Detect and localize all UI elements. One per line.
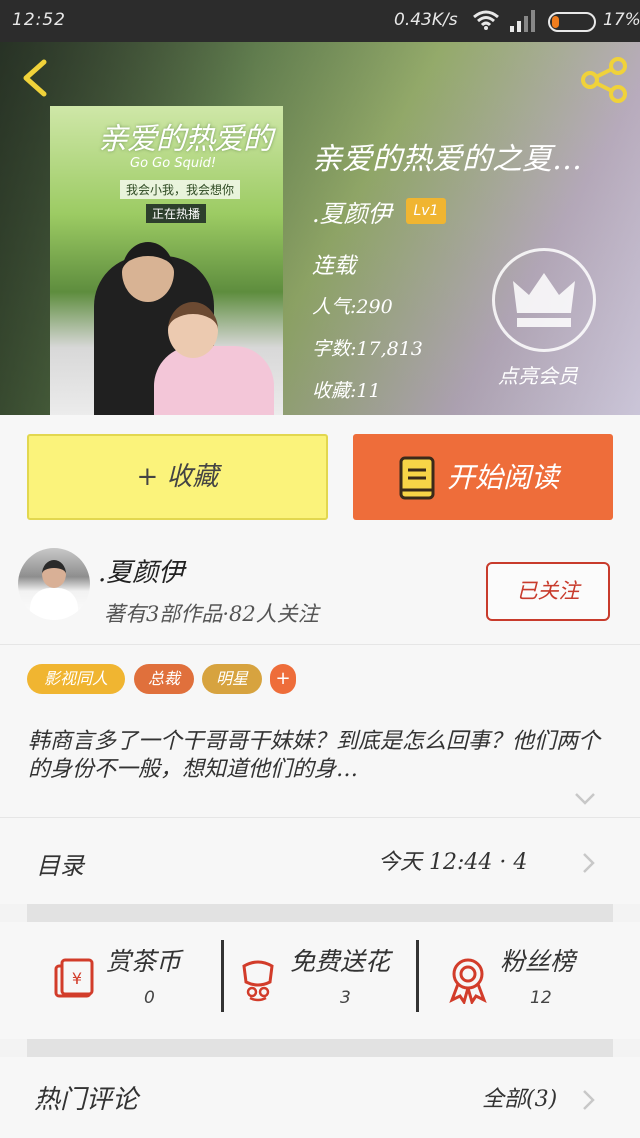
battery-percent: 17% <box>603 10 640 30</box>
reward-free-flower[interactable]: 免费送花 3 <box>234 940 414 1020</box>
signal-icon <box>510 10 535 32</box>
author-meta: 著有3部作品·82人关注 <box>104 602 319 626</box>
start-reading-label: 开始阅读 <box>447 461 560 494</box>
rewards-row: ¥ 赏茶币 0 免费送花 3 粉丝榜 12 <box>0 922 640 1039</box>
chevron-right-icon <box>583 853 595 873</box>
back-icon[interactable] <box>16 58 52 98</box>
wifi-icon <box>473 10 499 30</box>
reward-fan-ranking[interactable]: 粉丝榜 12 <box>444 940 614 1020</box>
share-icon[interactable] <box>578 56 630 104</box>
red-envelope-icon: ¥ <box>54 958 94 998</box>
medal-icon <box>449 958 487 1004</box>
author-section: .夏颜伊 著有3部作品·82人关注 已关注 <box>0 530 640 645</box>
follow-button[interactable]: 已关注 <box>486 562 610 621</box>
view-all-comments-link[interactable]: 全部(3) <box>482 1081 557 1113</box>
crown-icon <box>513 273 575 327</box>
separator <box>221 940 224 1012</box>
reward-value: 3 <box>340 988 351 1008</box>
book-icon <box>399 456 435 500</box>
start-reading-button[interactable]: 开始阅读 <box>353 434 613 520</box>
reward-label: 免费送花 <box>290 947 391 976</box>
book-header: 亲爱的热爱的 Go Go Squid! 我会小我，我会想你 正在热播 亲爱的热爱… <box>0 42 640 415</box>
status-bar: 12:52 0.43K/s 17% <box>0 0 640 42</box>
level-badge: Lv1 <box>406 198 446 224</box>
reward-tea-coin[interactable]: ¥ 赏茶币 0 <box>50 940 220 1020</box>
catalog-row[interactable]: 目录 今天 12:44 · 4 <box>0 818 640 904</box>
divider <box>27 904 613 922</box>
description-section[interactable]: 韩商言多了一个干哥哥干妹妹？到底是怎么回事？他们两个的身份不一般，想知道他们的身… <box>0 708 640 818</box>
chevron-down-icon[interactable] <box>574 792 596 806</box>
catalog-label: 目录 <box>36 852 84 880</box>
tag-add-button[interactable]: + <box>270 664 296 694</box>
vip-button[interactable] <box>492 248 596 352</box>
battery-icon <box>548 12 596 32</box>
book-title: 亲爱的热爱的之夏… <box>312 142 582 177</box>
collect-button[interactable]: + 收藏 <box>27 434 328 520</box>
avatar[interactable] <box>18 548 90 620</box>
reward-label: 粉丝榜 <box>500 947 576 976</box>
action-bar: + 收藏 开始阅读 <box>0 415 640 530</box>
cover-title: 亲爱的热爱的 <box>98 122 273 157</box>
status-time: 12:52 <box>12 10 66 30</box>
favorites-count: 收藏:11 <box>312 380 381 402</box>
cover-subtitle: Go Go Squid! <box>130 156 217 171</box>
flower-icon <box>242 960 274 1002</box>
reward-value: 0 <box>144 988 155 1008</box>
reward-value: 12 <box>530 988 552 1008</box>
reward-label: 赏茶币 <box>106 947 182 976</box>
word-count: 字数:17,813 <box>312 338 423 360</box>
comments-label: 热门评论 <box>34 1085 139 1115</box>
separator <box>416 940 419 1012</box>
cover-tagline: 我会小我，我会想你 <box>120 180 241 199</box>
comments-header[interactable]: 热门评论 全部(3) <box>0 1057 640 1138</box>
network-speed: 0.43K/s <box>394 10 458 30</box>
tag-star[interactable]: 明星 <box>202 664 262 694</box>
catalog-update-time: 今天 12:44 · 4 <box>378 850 528 875</box>
cover-badge: 正在热播 <box>146 204 207 223</box>
chevron-right-icon <box>583 1090 595 1110</box>
book-status: 连载 <box>312 254 357 279</box>
book-cover[interactable]: 亲爱的热爱的 Go Go Squid! 我会小我，我会想你 正在热播 <box>50 106 283 415</box>
svg-text:¥: ¥ <box>72 969 82 988</box>
tag-ceo[interactable]: 总裁 <box>134 664 194 694</box>
tag-list: 影视同人 总裁 明星 + <box>0 645 640 708</box>
divider <box>27 1039 613 1057</box>
popularity-count: 人气:290 <box>312 296 393 318</box>
description-text: 韩商言多了一个干哥哥干妹妹？到底是怎么回事？他们两个的身份不一般，想知道他们的身… <box>28 729 601 782</box>
vip-label[interactable]: 点亮会员 <box>498 360 578 389</box>
tag-fanfic[interactable]: 影视同人 <box>27 664 125 694</box>
author-name[interactable]: .夏颜伊 <box>98 552 184 589</box>
book-author[interactable]: .夏颜伊 <box>312 194 392 229</box>
